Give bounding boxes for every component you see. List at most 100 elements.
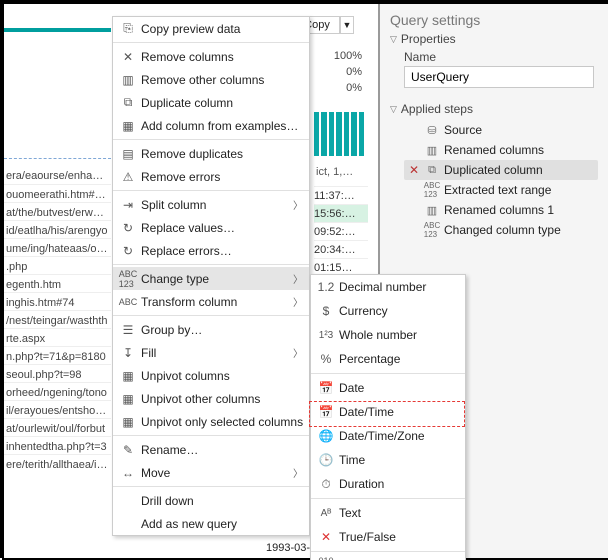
properties-header[interactable]: ▽Properties (390, 32, 598, 46)
transform-icon: ABC (119, 294, 137, 310)
menu-duplicate-column[interactable]: ⧉Duplicate column (113, 91, 309, 114)
type-truefalse[interactable]: ✕True/False (311, 525, 465, 549)
whole-icon: 1²3 (317, 327, 335, 343)
type-time[interactable]: 🕒Time (311, 448, 465, 472)
menu-remove-errors[interactable]: ⚠Remove errors (113, 165, 309, 188)
step-changed-type[interactable]: ABC123Changed column type (404, 220, 598, 240)
url-cell[interactable]: .php (4, 256, 111, 274)
menu-unpivot-selected[interactable]: ▦Unpivot only selected columns (113, 410, 309, 433)
menu-remove-other-columns[interactable]: ▥Remove other columns (113, 68, 309, 91)
step-extracted[interactable]: ABC123Extracted text range (404, 180, 598, 200)
menu-rename[interactable]: ✎Rename… (113, 438, 309, 461)
type-whole[interactable]: 1²3Whole number (311, 323, 465, 347)
type-datetimezone[interactable]: 🌐Date/Time/Zone (311, 424, 465, 448)
step-duplicated[interactable]: ✕⧉Duplicated column (404, 160, 598, 180)
remove-errors-icon: ⚠ (119, 169, 137, 185)
replace-errors-icon: ↻ (119, 243, 137, 259)
unpivot-other-icon: ▦ (119, 391, 137, 407)
fill-icon: ↧ (119, 345, 137, 361)
menu-remove-columns[interactable]: ✕Remove columns (113, 45, 309, 68)
remove-col-icon: ✕ (119, 49, 137, 65)
menu-drill-down[interactable]: Drill down (113, 489, 309, 512)
menu-group-by[interactable]: ☰Group by… (113, 318, 309, 341)
chevron-right-icon: 〉 (289, 465, 303, 480)
menu-transform-column[interactable]: ABCTransform column〉 (113, 290, 309, 313)
url-cell[interactable]: era/eaourse/enhades, (4, 166, 111, 184)
type-decimal[interactable]: 1.2Decimal number (311, 275, 465, 299)
type-text[interactable]: AᴮText (311, 501, 465, 525)
timestamp-cell[interactable]: 15:56:… (314, 204, 368, 222)
step-renamed1[interactable]: ▥Renamed columns 1 (404, 200, 598, 220)
rename-step-icon: ▥ (424, 203, 440, 217)
time-icon: 🕒 (317, 452, 335, 468)
url-cell[interactable]: il/erayoues/entshoes, (4, 400, 111, 418)
menu-add-column-examples[interactable]: ▦Add column from examples… (113, 114, 309, 137)
menu-move[interactable]: ↔Move〉 (113, 461, 309, 484)
url-cell[interactable]: id/eatlha/his/arengyo (4, 220, 111, 238)
url-cell[interactable]: ere/terith/allthaea/ionyouarewa. (4, 454, 111, 472)
url-cell[interactable]: orheed/ngening/tono (4, 382, 111, 400)
submenu-separator (311, 373, 465, 374)
remove-other-col-icon: ▥ (119, 72, 137, 88)
percent-label: 0% (318, 82, 362, 94)
query-name-input[interactable] (404, 66, 594, 88)
replace-icon: ↻ (119, 220, 137, 236)
rename-step-icon: ▥ (424, 143, 440, 157)
blank-icon (119, 516, 137, 532)
type-currency[interactable]: $Currency (311, 299, 465, 323)
move-icon: ↔ (119, 465, 137, 481)
url-cell[interactable]: /nest/teingar/wasthth (4, 310, 111, 328)
menu-add-new-query[interactable]: Add as new query (113, 512, 309, 535)
type-percentage[interactable]: %Percentage (311, 347, 465, 371)
examples-icon: ▦ (119, 118, 137, 134)
url-cell[interactable]: at/ourlewit/oul/forbut (4, 418, 111, 436)
menu-change-type[interactable]: ABC123Change type〉 (113, 267, 309, 290)
type-duration[interactable]: ⏱Duration (311, 472, 465, 496)
menu-replace-errors[interactable]: ↻Replace errors… (113, 239, 309, 262)
unpivot-sel-icon: ▦ (119, 414, 137, 430)
name-label: Name (404, 50, 598, 64)
menu-copy-preview[interactable]: ⎘Copy preview data (113, 17, 309, 40)
menu-separator (113, 435, 309, 436)
unpivot-icon: ▦ (119, 368, 137, 384)
url-cell[interactable]: egenth.htm (4, 274, 111, 292)
menu-remove-duplicates[interactable]: ▤Remove duplicates (113, 142, 309, 165)
divider-dashed (4, 158, 111, 159)
distribution-bars (314, 110, 364, 156)
menu-unpivot[interactable]: ▦Unpivot columns (113, 364, 309, 387)
timestamp-cell[interactable]: 11:37:… (314, 186, 368, 204)
step-source[interactable]: ⛁Source (404, 120, 598, 140)
percent-icon: % (317, 351, 335, 367)
menu-split-column[interactable]: ⇥Split column〉 (113, 193, 309, 216)
copy-dropdown[interactable]: ▼ (340, 16, 354, 34)
url-cell[interactable]: ume/ing/hateaas/ome (4, 238, 111, 256)
date-icon: 📅 (317, 380, 335, 396)
url-cell[interactable]: inghis.htm#74 (4, 292, 111, 310)
url-cell[interactable]: at/the/butvest/erwayo (4, 202, 111, 220)
menu-replace-values[interactable]: ↻Replace values… (113, 216, 309, 239)
datetime-icon: 📅 (317, 404, 335, 420)
timestamp-cell[interactable]: 20:34:… (314, 240, 368, 258)
delete-step-icon[interactable]: ✕ (408, 163, 420, 177)
center-preview: ▸start Copy ▼ 100% 0% 0% ict, 1,… 11:37:… (310, 16, 370, 276)
type-datetime[interactable]: 📅Date/Time (311, 400, 465, 424)
type-date[interactable]: 📅Date (311, 376, 465, 400)
menu-unpivot-other[interactable]: ▦Unpivot other columns (113, 387, 309, 410)
url-cell[interactable]: ouomeerathi.htm#037 (4, 184, 111, 202)
applied-steps-header[interactable]: ▽Applied steps (390, 102, 598, 116)
url-cell[interactable]: inhentedtha.php?t=3 (4, 436, 111, 454)
copy-icon: ⎘ (119, 21, 137, 37)
source-icon: ⛁ (424, 123, 440, 137)
url-cell[interactable]: rte.aspx (4, 328, 111, 346)
chevron-right-icon: 〉 (289, 294, 303, 309)
type-binary[interactable]: 010101Binary (311, 554, 465, 560)
submenu-separator (311, 498, 465, 499)
menu-fill[interactable]: ↧Fill〉 (113, 341, 309, 364)
type-step-icon: ABC123 (424, 223, 440, 237)
menu-separator (113, 486, 309, 487)
url-cell[interactable]: seoul.php?t=98 (4, 364, 111, 382)
menu-separator (113, 190, 309, 191)
step-renamed[interactable]: ▥Renamed columns (404, 140, 598, 160)
url-cell[interactable]: n.php?t=71&p=8180 (4, 346, 111, 364)
timestamp-cell[interactable]: 09:52:… (314, 222, 368, 240)
